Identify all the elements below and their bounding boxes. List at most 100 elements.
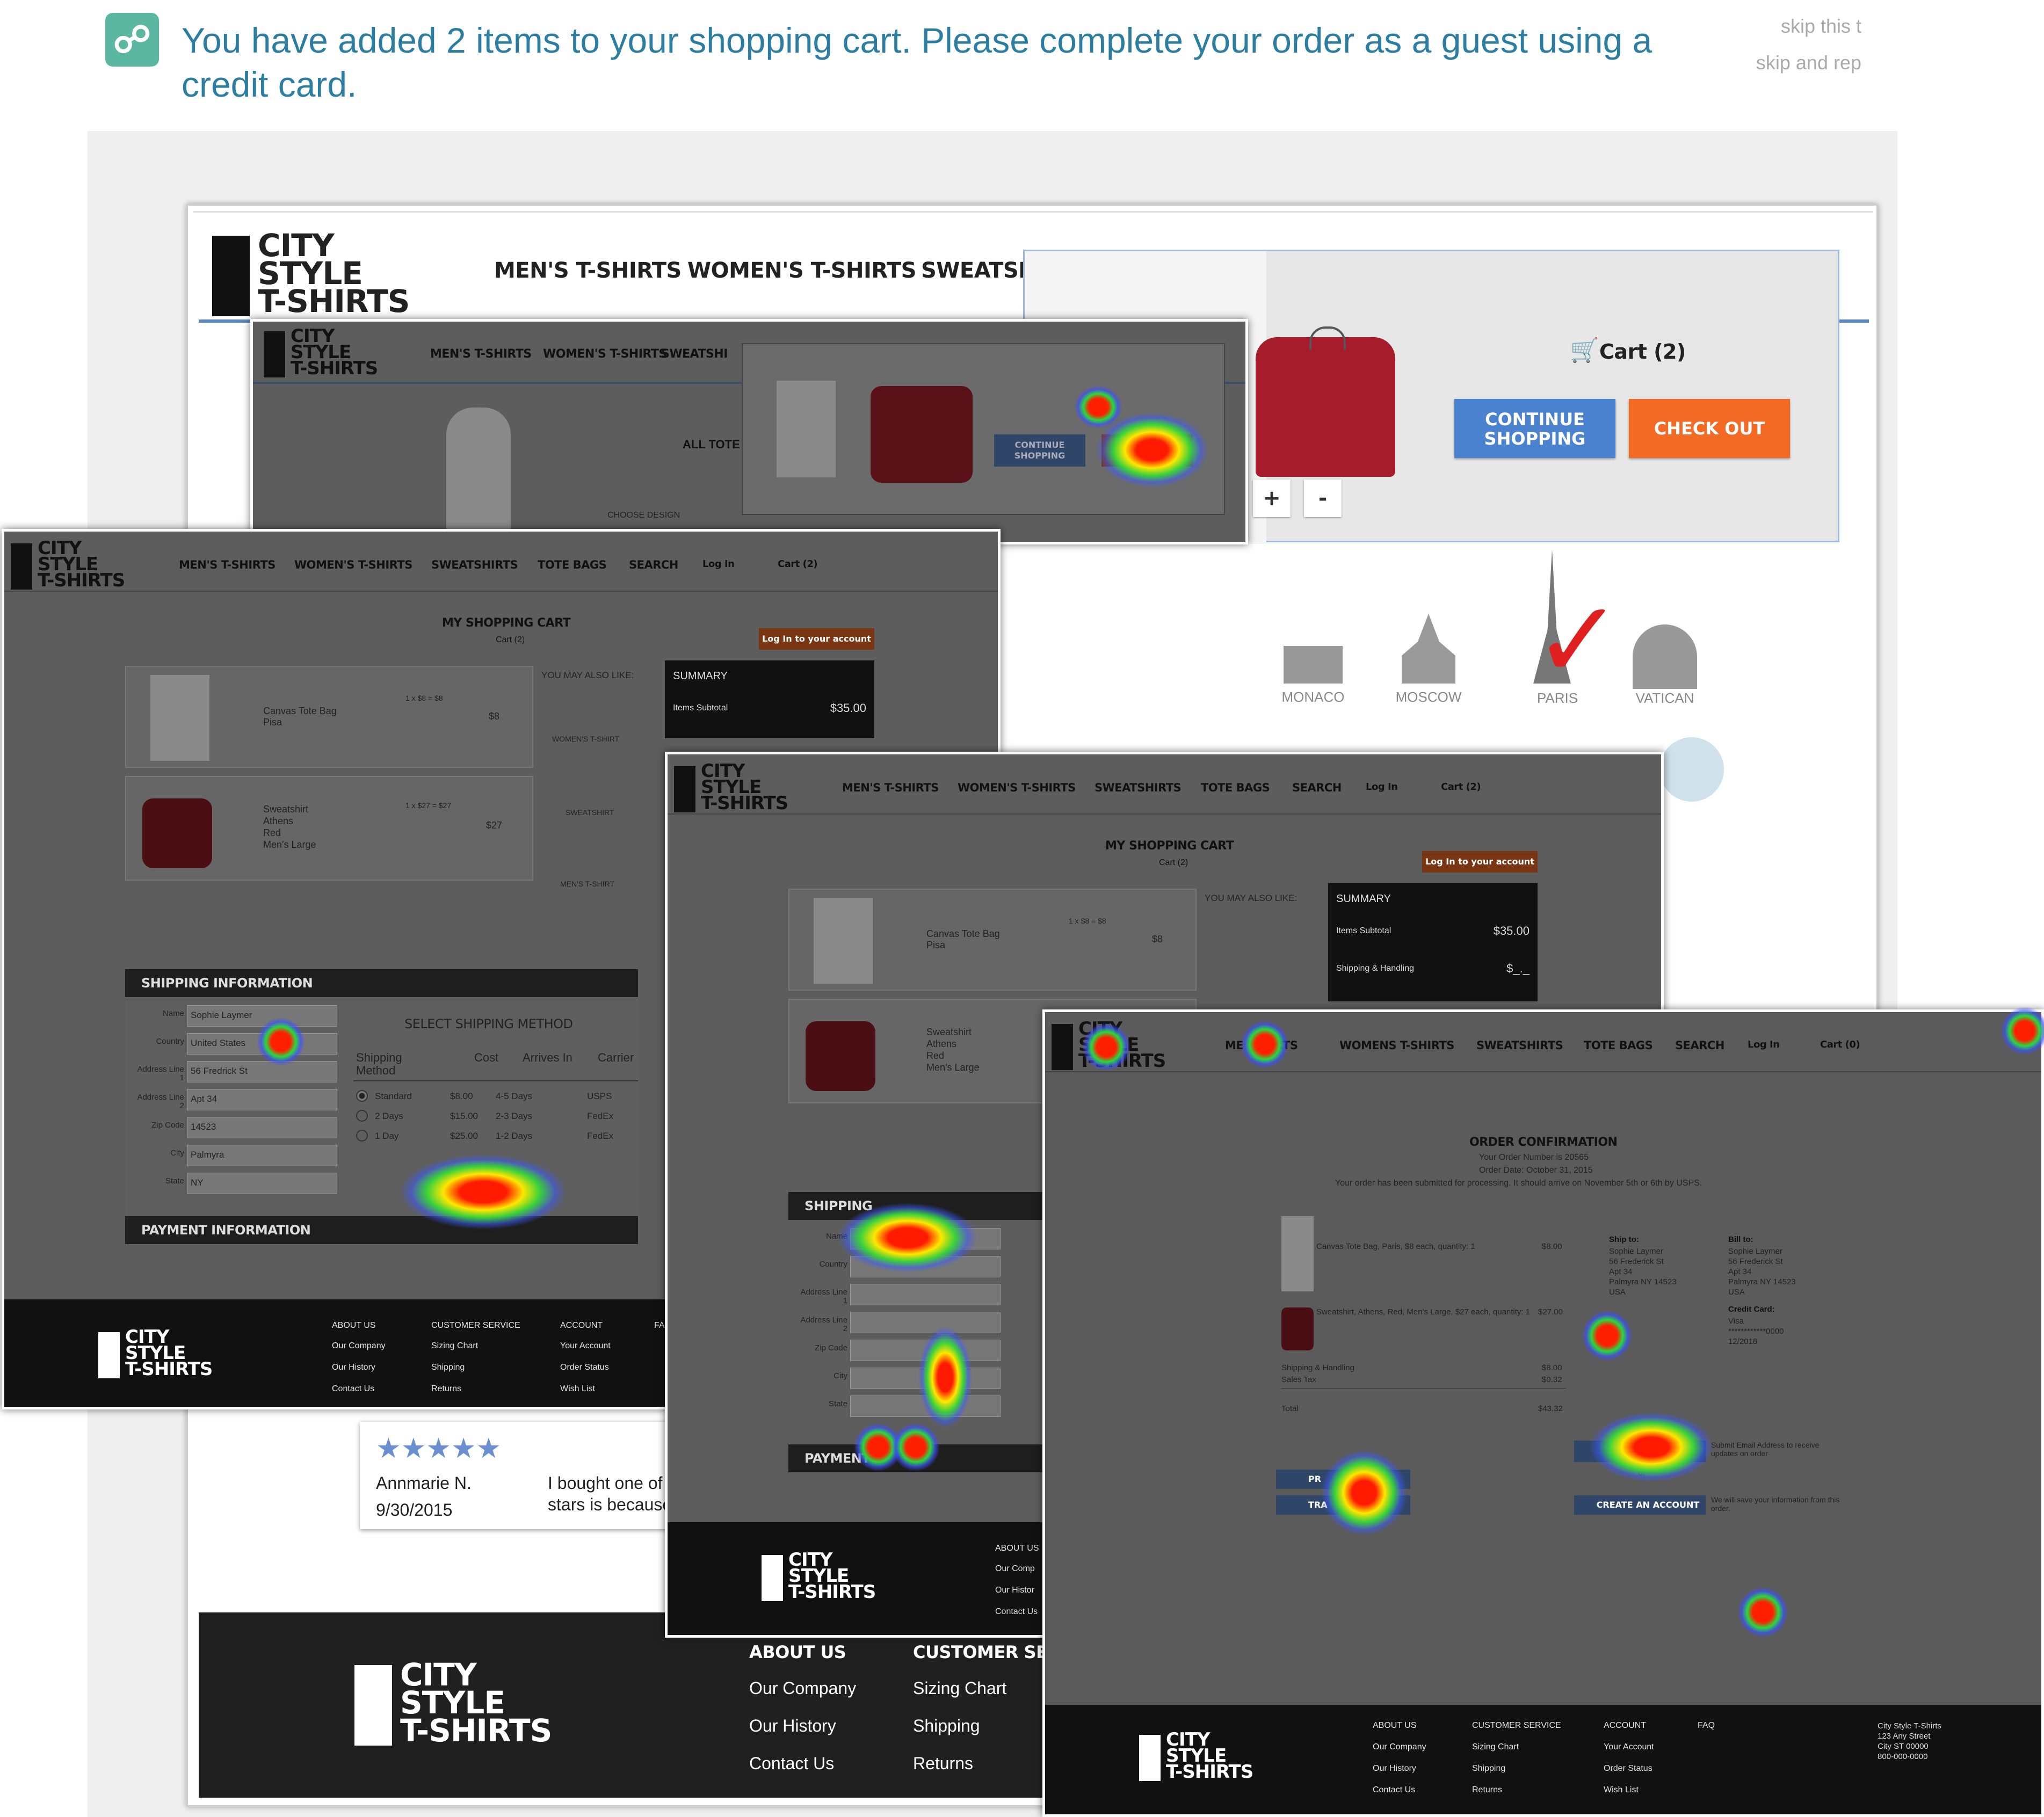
- panel4-credit-card: Credit Card:: [1728, 1305, 1775, 1314]
- shipping-label: Zip Code: [151, 1121, 184, 1130]
- panel4-submitted-text: Your order has been submitted for proces…: [1335, 1179, 1702, 1188]
- heat-bottom: [1737, 1587, 1788, 1638]
- panel3-shipping-value: $_._: [1506, 962, 1530, 975]
- nav-mens-tshirts[interactable]: MEN'S T-SHIRTS: [494, 258, 682, 283]
- ship-address-line: USA: [1609, 1288, 1626, 1297]
- design-vatican[interactable]: VATICAN: [1627, 614, 1702, 710]
- panel2-shipping-header: SHIPPING INFORMATION: [141, 976, 313, 991]
- footer-our-history[interactable]: Our History: [749, 1716, 836, 1736]
- panel4-ship-address: Sophie Laymer 56 Frederick St Apt 34 Palmyr…: [1609, 1246, 1677, 1297]
- panel4-nav-sweatshirts: SWEATSHIRTS: [1476, 1039, 1563, 1052]
- footer-contact-us[interactable]: Contact Us: [749, 1754, 834, 1774]
- qty-plus-button[interactable]: +: [1253, 479, 1291, 517]
- shipping-field: Apt 34: [187, 1089, 337, 1110]
- continue-shopping-button[interactable]: CONTINUE SHOPPING: [1454, 399, 1615, 458]
- panel3-nav-sweatshirts: SWEATSHIRTS: [1095, 781, 1182, 794]
- panel4-footer-your-account: Your Account: [1604, 1742, 1654, 1751]
- ship-address-line: Palmyra NY 14523: [1609, 1277, 1677, 1287]
- panel2-item1-price: $8: [489, 711, 500, 722]
- panel2-footer-company: Our Company: [332, 1341, 386, 1350]
- heat-city-field: [918, 1326, 972, 1428]
- popup-cart-count[interactable]: Cart (2): [1599, 340, 1686, 364]
- heat-top-right: [2000, 1007, 2044, 1055]
- shipping-label: Address Line 2: [800, 1315, 847, 1333]
- shipping-label: Name: [162, 1009, 184, 1018]
- panel4-nav-search: SEARCH: [1675, 1039, 1724, 1052]
- card-info-line: ************0000: [1728, 1327, 1784, 1336]
- design-paris[interactable]: ✓ PARIS: [1512, 549, 1623, 710]
- design-moscow[interactable]: MOSCOW: [1391, 603, 1466, 710]
- ship-address-line: 56 Frederick St: [1609, 1257, 1664, 1266]
- panel3-item2-size: Men's Large: [926, 1062, 980, 1073]
- panel2-cart-count: Cart (2): [496, 635, 525, 644]
- panel4-item1-price: $8.00: [1542, 1242, 1562, 1251]
- panel4-footer-sizing: Sizing Chart: [1472, 1742, 1519, 1751]
- heat-ship-to: [1582, 1310, 1633, 1361]
- shipping-radio: [356, 1130, 368, 1142]
- panel4-item2: Sweatshirt, Athens, Red, Men's Large, $2…: [1316, 1307, 1531, 1317]
- panel3-subtotal-value: $35.00: [1493, 924, 1530, 937]
- panel4-order-number: Your Order Number is 20565: [1479, 1153, 1589, 1162]
- bill-address-line: 56 Frederick St: [1728, 1257, 1783, 1266]
- panel3-nav-tote: TOTE BAGS: [1201, 781, 1270, 794]
- panel2-subtotal-value: $35.00: [830, 701, 866, 715]
- shipping-label: Address Line 1: [800, 1288, 847, 1305]
- panel2-footer-contact: Contact Us: [332, 1384, 375, 1393]
- ship-address-line: Sophie Laymer: [1609, 1247, 1663, 1256]
- panel3-item2-color: Red: [926, 1050, 945, 1061]
- bill-address-line: Sophie Laymer: [1728, 1247, 1782, 1256]
- panel1-continue-button: CONTINUE SHOPPING: [994, 434, 1085, 467]
- panel2-footer-returns: Returns: [431, 1384, 462, 1393]
- check-out-button[interactable]: CHECK OUT: [1629, 399, 1790, 458]
- heatmap-product-page: CITY STYLE T-SHIRTS MEN'S T-SHIRTS WOMEN…: [250, 319, 1248, 544]
- panel2-nav-mens: MEN'S T-SHIRTS: [179, 558, 276, 571]
- heat-name-field: [838, 1203, 977, 1273]
- footer-address-line: City Style T-Shirts: [1878, 1721, 1941, 1731]
- panel2-nav-tote: TOTE BAGS: [538, 558, 607, 571]
- shipping-field: Palmyra: [187, 1145, 337, 1166]
- panel4-footer-returns: Returns: [1472, 1785, 1503, 1794]
- shipping-method-cell: USPS: [587, 1091, 612, 1101]
- panel4-footer-address: City Style T-Shirts 123 Any Street City ST…: [1878, 1721, 1941, 1762]
- panel2-login-button: Log In to your account: [759, 628, 874, 650]
- panel2-suggest3: MEN'S T-SHIRT: [560, 880, 614, 888]
- skip-this-link[interactable]: skip this t: [1781, 15, 1861, 38]
- shipping-method-cell: $25.00: [450, 1131, 478, 1141]
- panel2-suggest2: SWEATSHIRT: [566, 808, 614, 817]
- footer-shipping[interactable]: Shipping: [913, 1716, 980, 1736]
- shipping-label: Country: [819, 1260, 847, 1269]
- panel4-tax-value: $0.32: [1542, 1375, 1562, 1384]
- panel4-confirmation-title: ORDER CONFIRMATION: [1469, 1136, 1618, 1149]
- panel3-footer-history: Our Histor: [995, 1586, 1034, 1595]
- shipping-field: [850, 1312, 1001, 1333]
- panel4-total-label: Total: [1281, 1404, 1299, 1413]
- panel3-login-button: Log In to your account: [1422, 851, 1538, 873]
- footer-sizing-chart[interactable]: Sizing Chart: [913, 1678, 1006, 1698]
- shipping-method-cell: 2-3 Days: [496, 1111, 533, 1121]
- panel4-save-text: We will save your information from this …: [1711, 1495, 1840, 1513]
- skip-and-report-link[interactable]: skip and rep: [1756, 52, 1861, 74]
- panel3-footer-contact: Contact Us: [995, 1607, 1038, 1616]
- panel4-shipping-label: Shipping & Handling: [1281, 1363, 1354, 1372]
- panel2-suggest1: WOMEN'S T-SHIRT: [552, 735, 620, 743]
- panel1-nav-mens: MEN'S T-SHIRTS: [430, 347, 532, 361]
- panel4-footer-company: Our Company: [1373, 1742, 1426, 1751]
- footer-our-company[interactable]: Our Company: [749, 1678, 856, 1698]
- panel2-footer-shipping: Shipping: [431, 1363, 465, 1372]
- panel4-total-value: $43.32: [1538, 1404, 1563, 1413]
- design-monaco[interactable]: MONACO: [1278, 635, 1348, 710]
- panel2-items-subtotal: Items Subtotal: [673, 703, 728, 713]
- footer-returns[interactable]: Returns: [913, 1754, 973, 1774]
- panel2-nav-search: SEARCH: [629, 558, 678, 571]
- qty-minus-button[interactable]: -: [1304, 479, 1342, 517]
- shipping-label: State: [165, 1176, 184, 1186]
- shipping-field: 14523: [187, 1117, 337, 1138]
- nav-womens-tshirts[interactable]: WOMEN'S T-SHIRTS: [687, 258, 916, 283]
- panel3-nav-search: SEARCH: [1292, 781, 1342, 794]
- heat-nav-mens: [1241, 1020, 1289, 1069]
- shipping-label: Country: [156, 1037, 184, 1046]
- panel2-footer-wish-list: Wish List: [560, 1384, 595, 1393]
- shipping-label: City: [170, 1149, 184, 1158]
- panel4-footer-customer: CUSTOMER SERVICE: [1472, 1721, 1561, 1730]
- panel4-footer-faq: FAQ: [1698, 1721, 1715, 1730]
